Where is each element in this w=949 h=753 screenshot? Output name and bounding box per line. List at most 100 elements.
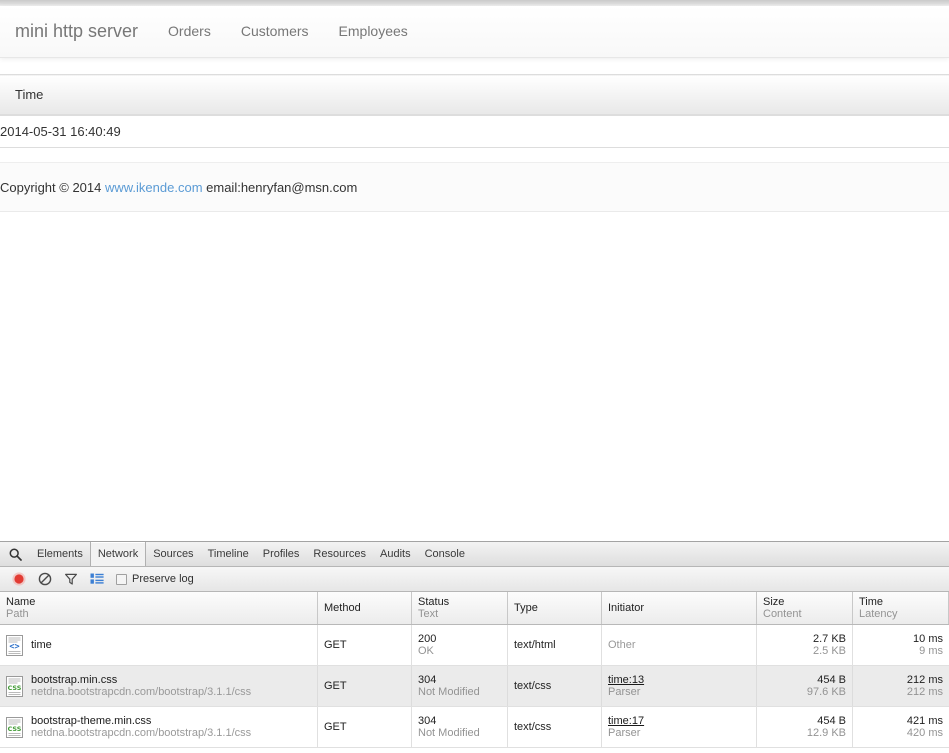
request-name: time [31, 639, 52, 651]
tab-network[interactable]: Network [89, 542, 147, 566]
tab-audits[interactable]: Audits [373, 542, 418, 566]
preserve-log-toggle[interactable]: Preserve log [116, 573, 194, 585]
column-header-status[interactable]: Status Text [412, 592, 508, 624]
cell-size: 2.7 KB 2.5 KB [757, 625, 853, 665]
request-initiator-link[interactable]: time:13 [608, 674, 750, 686]
cell-method: GET [318, 707, 412, 747]
request-status-code: 304 [418, 674, 437, 686]
tab-timeline[interactable]: Timeline [201, 542, 256, 566]
network-table-header: Name Path Method Status Text Type Initia… [0, 592, 949, 625]
column-header-status-label: Status [418, 596, 450, 608]
column-header-type[interactable]: Type [508, 592, 602, 624]
request-path: netdna.bootstrapcdn.com/bootstrap/3.1.1/… [31, 727, 252, 739]
navbar-brand[interactable]: mini http server [15, 6, 153, 57]
tab-console[interactable]: Console [418, 542, 472, 566]
column-header-time-label: Time [859, 596, 884, 608]
request-status-text: Not Modified [418, 727, 480, 739]
request-type: text/css [514, 680, 552, 692]
column-header-initiator[interactable]: Initiator [602, 592, 757, 624]
request-initiator: Other [608, 639, 636, 651]
page-footer: Copyright © 2014 www.ikende.com email:he… [0, 162, 949, 212]
site-navbar: mini http server Orders Customers Employ… [0, 6, 949, 58]
tab-resources[interactable]: Resources [306, 542, 373, 566]
cell-time: 421 ms 420 ms [853, 707, 949, 747]
tab-profiles[interactable]: Profiles [256, 542, 307, 566]
search-icon[interactable] [4, 543, 26, 565]
cell-type: text/css [508, 666, 602, 706]
cell-name: CSS bootstrap.min.css netdna.bootstrapcd… [0, 666, 318, 706]
request-method: GET [324, 721, 347, 733]
request-content-size: 12.9 KB [806, 727, 846, 739]
nav-link-orders[interactable]: Orders [153, 6, 226, 57]
css-file-icon: CSS [6, 675, 23, 697]
request-size: 454 B [817, 674, 846, 686]
request-method: GET [324, 639, 347, 651]
filter-icon[interactable] [58, 567, 84, 591]
request-status-code: 304 [418, 715, 437, 727]
css-file-icon: CSS [6, 716, 23, 738]
request-method: GET [324, 680, 347, 692]
preserve-log-checkbox[interactable] [116, 573, 127, 585]
column-header-content-label: Content [763, 608, 802, 620]
cell-size: 454 B 12.9 KB [757, 707, 853, 747]
request-name: bootstrap-theme.min.css [31, 715, 152, 727]
cell-initiator: time:13 Parser [602, 666, 757, 706]
large-rows-icon[interactable] [84, 567, 110, 591]
cell-time: 10 ms 9 ms [853, 625, 949, 665]
devtools-panel: Elements Network Sources Timeline Profil… [0, 541, 949, 753]
copyright-text: Copyright © 2014 www.ikende.com email:he… [0, 179, 949, 197]
clear-icon[interactable] [32, 567, 58, 591]
record-button-icon[interactable] [6, 567, 32, 591]
table-row[interactable]: CSS bootstrap.min.css netdna.bootstrapcd… [0, 666, 949, 707]
network-toolbar: Preserve log [0, 567, 949, 592]
request-initiator-link[interactable]: time:17 [608, 715, 750, 727]
request-type: text/html [514, 639, 556, 651]
time-table-header-row: Time [0, 74, 949, 116]
table-row[interactable]: <> time GET 200 OK text/html Other 2.7 K… [0, 625, 949, 666]
devtools-tabbar: Elements Network Sources Timeline Profil… [0, 542, 949, 567]
html-file-icon: <> [6, 634, 23, 656]
cell-time: 212 ms 212 ms [853, 666, 949, 706]
time-table-body: 2014-05-31 16:40:49 [0, 115, 949, 148]
nav-link-customers[interactable]: Customers [226, 6, 324, 57]
cell-initiator: Other [602, 625, 757, 665]
cell-name: <> time [0, 625, 318, 665]
column-header-method[interactable]: Method [318, 592, 412, 624]
navbar-links: Orders Customers Employees [153, 6, 423, 57]
tab-sources[interactable]: Sources [146, 542, 200, 566]
cell-status: 200 OK [412, 625, 508, 665]
copyright-email: email:henryfan@msn.com [202, 180, 358, 195]
column-header-time[interactable]: Time [0, 74, 949, 116]
time-table-head: Time [0, 74, 949, 116]
cell-type: text/css [508, 707, 602, 747]
browser-page-viewport: mini http server Orders Customers Employ… [0, 0, 949, 541]
column-header-name-label: Name [6, 596, 36, 608]
cell-status: 304 Not Modified [412, 666, 508, 706]
request-time: 212 ms [906, 674, 943, 686]
column-header-path-label: Path [6, 608, 29, 620]
ikende-website-link[interactable]: www.ikende.com [105, 180, 203, 195]
cell-time-value: 2014-05-31 16:40:49 [0, 115, 949, 148]
column-header-time[interactable]: Time Latency [853, 592, 949, 624]
tab-elements[interactable]: Elements [30, 542, 90, 566]
nav-link-employees[interactable]: Employees [324, 6, 423, 57]
time-table: Time 2014-05-31 16:40:49 [0, 74, 949, 148]
request-status-code: 200 [418, 633, 437, 645]
column-header-method-label: Method [324, 602, 361, 614]
request-name: bootstrap.min.css [31, 674, 118, 686]
request-latency: 420 ms [906, 727, 943, 739]
column-header-size[interactable]: Size Content [757, 592, 853, 624]
table-row[interactable]: CSS bootstrap-theme.min.css netdna.boots… [0, 707, 949, 748]
request-time: 10 ms [913, 633, 943, 645]
request-latency: 212 ms [906, 686, 943, 698]
column-header-type-label: Type [514, 602, 538, 614]
page-container: Time 2014-05-31 16:40:49 Copyright © 201… [0, 74, 949, 212]
cell-name: CSS bootstrap-theme.min.css netdna.boots… [0, 707, 318, 747]
column-header-initiator-label: Initiator [608, 602, 645, 614]
request-initiator-sub: Parser [608, 727, 641, 739]
column-header-name[interactable]: Name Path [0, 592, 318, 624]
cell-initiator: time:17 Parser [602, 707, 757, 747]
request-path: netdna.bootstrapcdn.com/bootstrap/3.1.1/… [31, 686, 252, 698]
cell-method: GET [318, 625, 412, 665]
cell-status: 304 Not Modified [412, 707, 508, 747]
